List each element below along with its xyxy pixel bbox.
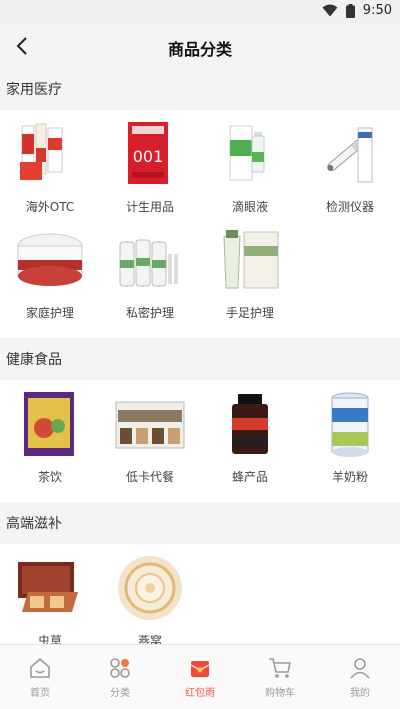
tab-label: 购物车 bbox=[265, 688, 295, 699]
low-cal-meal-product-image bbox=[114, 388, 186, 460]
section-header-home-medical: 家用医疗 bbox=[0, 68, 400, 110]
goat-milk-powder-product-image bbox=[314, 388, 386, 460]
category-item-cordyceps[interactable]: 虫草 bbox=[0, 552, 100, 644]
tab-profile[interactable]: 我的 bbox=[320, 645, 400, 709]
category-label: 茶饮 bbox=[37, 470, 62, 484]
tab-home[interactable]: 首页 bbox=[0, 645, 80, 709]
category-item-goat-milk-powder[interactable]: 羊奶粉 bbox=[300, 388, 400, 494]
category-content[interactable]: 家用医疗 海外OTC 001 计生用品 滴眼液 检测仪器 家庭护理 私密护理 手… bbox=[0, 68, 400, 644]
section-header-premium-tonic: 高端滋补 bbox=[0, 502, 400, 544]
category-label: 蜂产品 bbox=[231, 470, 268, 484]
category-item-hand-foot-care[interactable]: 手足护理 bbox=[200, 224, 300, 330]
category-item-intimate-care[interactable]: 私密护理 bbox=[100, 224, 200, 330]
category-item-family-planning[interactable]: 001 计生用品 bbox=[100, 118, 200, 224]
birds-nest-product-image bbox=[114, 552, 186, 624]
status-icons: 9:50 bbox=[322, 3, 392, 18]
category-item-birds-nest[interactable]: 燕窝 bbox=[100, 552, 200, 644]
section-grid-home-medical: 海外OTC 001 计生用品 滴眼液 检测仪器 家庭护理 私密护理 手足护理 bbox=[0, 110, 400, 338]
category-label: 燕窝 bbox=[137, 634, 162, 644]
home-icon bbox=[27, 655, 53, 681]
category-label: 私密护理 bbox=[125, 306, 174, 320]
otc-product-image bbox=[14, 118, 86, 190]
category-item-otc[interactable]: 海外OTC bbox=[0, 118, 100, 224]
battery-icon bbox=[345, 3, 355, 18]
category-label: 低卡代餐 bbox=[125, 470, 174, 484]
category-item-testing-devices[interactable]: 检测仪器 bbox=[300, 118, 400, 224]
category-label: 检测仪器 bbox=[325, 200, 374, 214]
bottom-tab-bar: 首页 分类 红包雨 购物车 我的 bbox=[0, 644, 400, 709]
tea-product-image bbox=[14, 388, 86, 460]
wifi-icon bbox=[322, 4, 338, 17]
section-header-health-food: 健康食品 bbox=[0, 338, 400, 380]
category-icon bbox=[107, 655, 133, 681]
page-title: 商品分类 bbox=[167, 40, 232, 59]
category-label: 虫草 bbox=[37, 634, 62, 644]
status-bar: 9:50 bbox=[0, 0, 400, 24]
svg-text:001: 001 bbox=[133, 147, 164, 166]
tab-cart[interactable]: 购物车 bbox=[240, 645, 320, 709]
tab-label: 分类 bbox=[110, 688, 130, 699]
nav-bar: 商品分类 bbox=[0, 24, 400, 68]
category-label: 手足护理 bbox=[225, 306, 274, 320]
category-item-tea[interactable]: 茶饮 bbox=[0, 388, 100, 494]
intimate-care-product-image bbox=[114, 224, 186, 296]
category-item-low-cal-meal[interactable]: 低卡代餐 bbox=[100, 388, 200, 494]
section-grid-premium-tonic: 虫草 燕窝 bbox=[0, 544, 400, 644]
cordyceps-product-image bbox=[14, 552, 86, 624]
category-item-home-care[interactable]: 家庭护理 bbox=[0, 224, 100, 330]
category-item-bee-products[interactable]: 蜂产品 bbox=[200, 388, 300, 494]
hand-foot-care-product-image bbox=[214, 224, 286, 296]
tab-red-envelope[interactable]: 红包雨 bbox=[160, 645, 240, 709]
tab-label: 首页 bbox=[30, 688, 50, 699]
cart-icon bbox=[267, 655, 293, 681]
tab-label: 红包雨 bbox=[185, 688, 215, 699]
family-planning-product-image: 001 bbox=[114, 118, 186, 190]
cotton-swab-product-image bbox=[14, 224, 86, 296]
red-envelope-icon bbox=[187, 655, 213, 681]
category-item-eye-drops[interactable]: 滴眼液 bbox=[200, 118, 300, 224]
thermometer-product-image bbox=[314, 118, 386, 190]
section-grid-health-food: 茶饮 低卡代餐 蜂产品 羊奶粉 bbox=[0, 380, 400, 502]
honey-product-image bbox=[214, 388, 286, 460]
status-time: 9:50 bbox=[362, 3, 392, 18]
tab-category[interactable]: 分类 bbox=[80, 645, 160, 709]
category-label: 海外OTC bbox=[25, 200, 75, 214]
category-label: 计生用品 bbox=[125, 200, 174, 214]
category-label: 家庭护理 bbox=[25, 306, 74, 320]
category-label: 滴眼液 bbox=[231, 200, 268, 214]
profile-icon bbox=[347, 655, 373, 681]
category-label: 羊奶粉 bbox=[331, 470, 368, 484]
eye-drops-product-image bbox=[214, 118, 286, 190]
tab-label: 我的 bbox=[350, 688, 370, 699]
